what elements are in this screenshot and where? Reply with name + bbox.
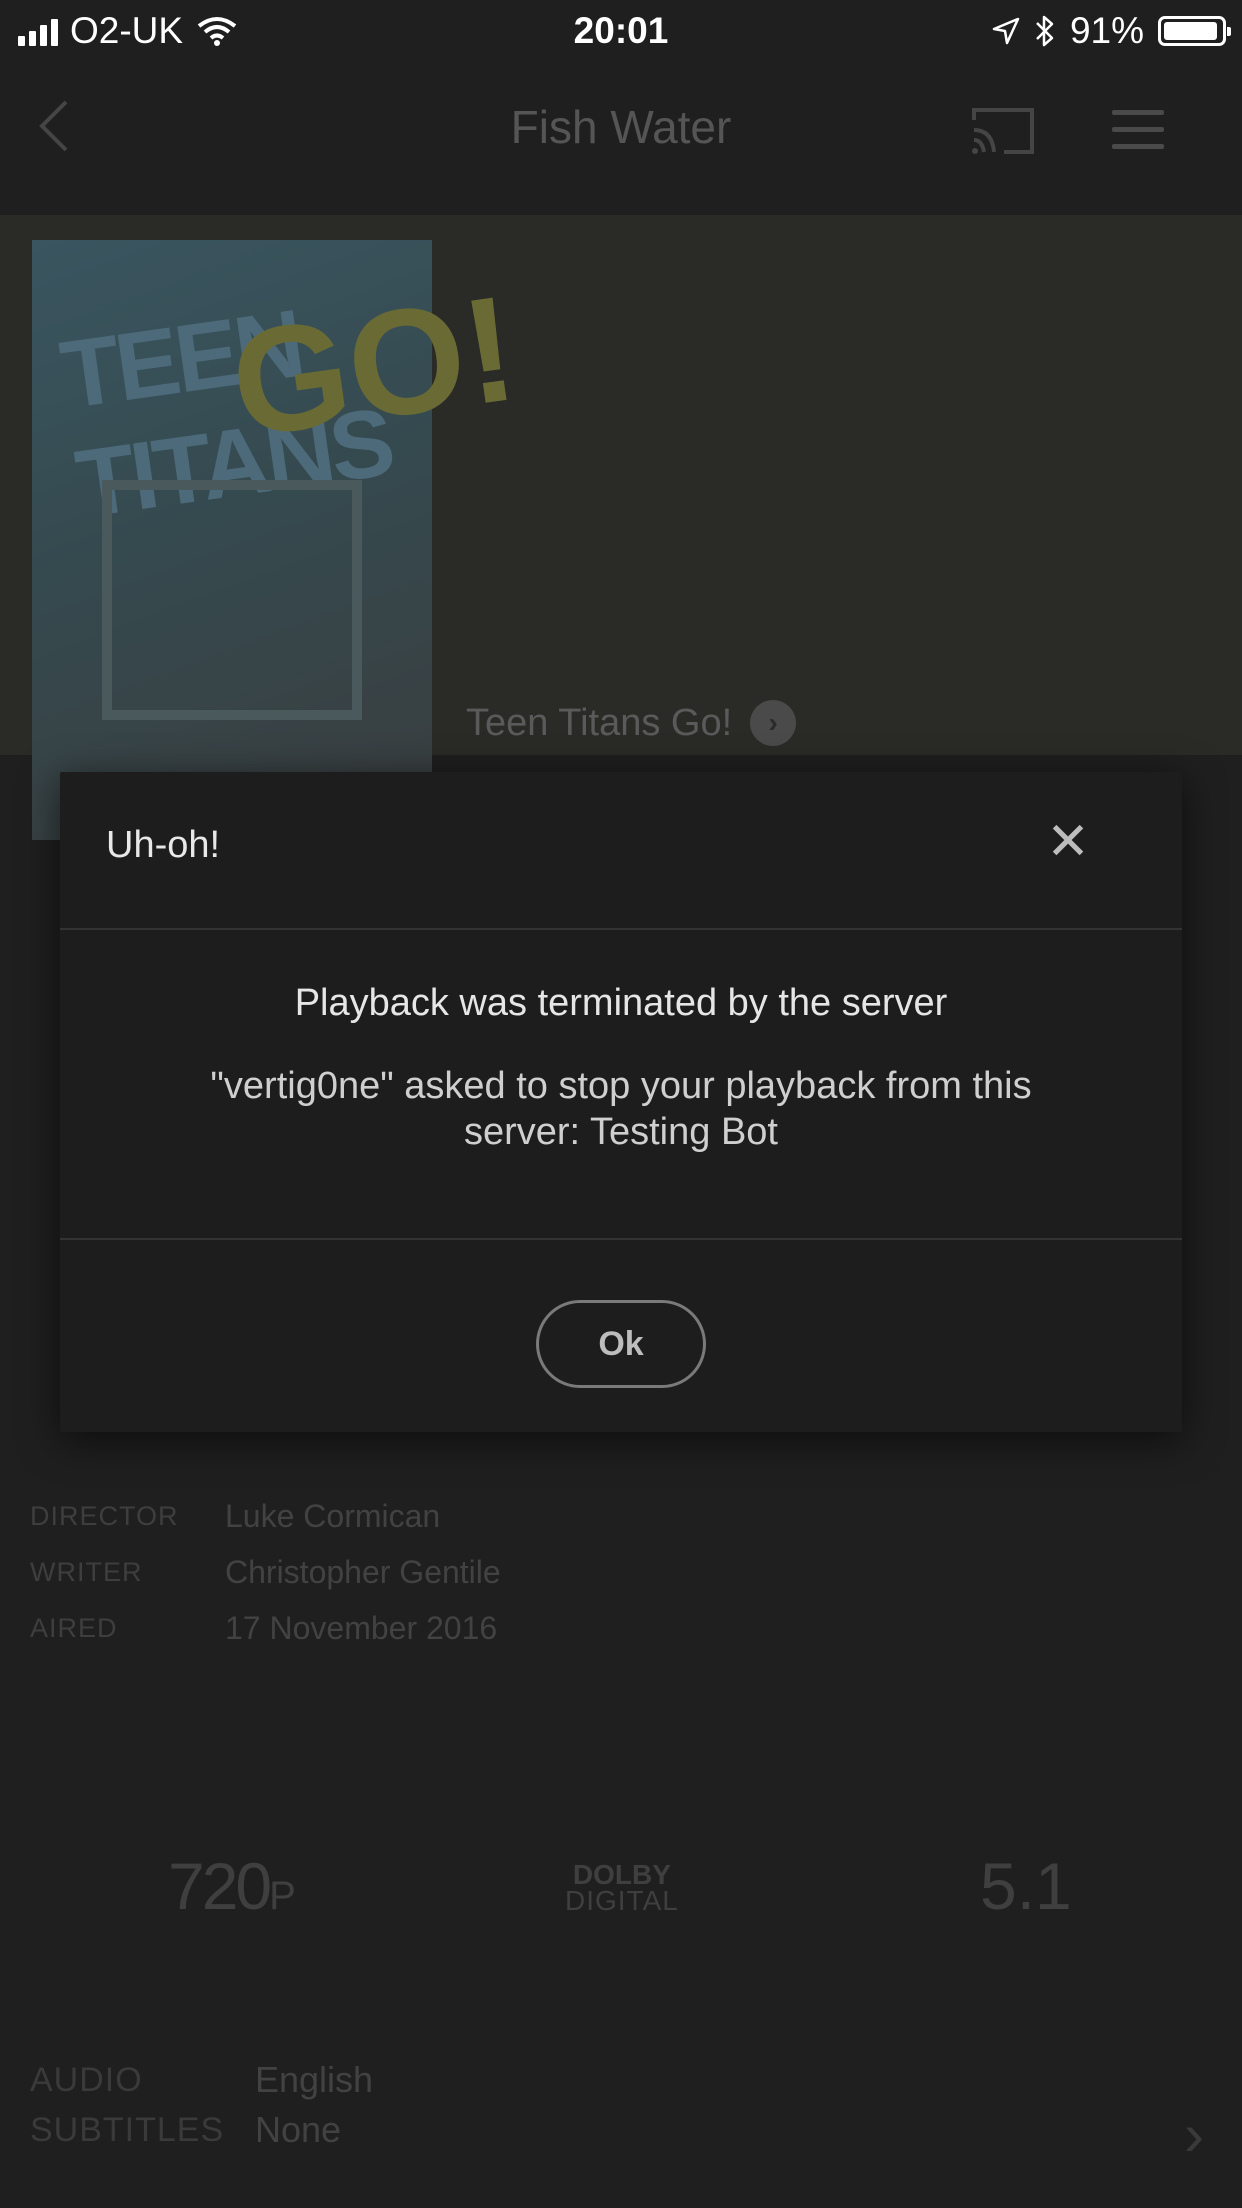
location-icon (992, 17, 1020, 45)
audio-channels-badge: 5.1 (980, 1849, 1072, 1923)
error-dialog: Uh-oh! ✕ Playback was terminated by the … (60, 772, 1182, 1432)
series-link[interactable]: Teen Titans Go! › (466, 700, 797, 746)
dialog-header: Uh-oh! ✕ (60, 772, 1182, 930)
dialog-body: Playback was terminated by the server "v… (60, 930, 1182, 1240)
series-link-label: Teen Titans Go! (466, 701, 733, 744)
nav-bar: Fish Water (0, 60, 1242, 190)
credit-value: 17 November 2016 (225, 1609, 498, 1646)
dialog-message: "vertig0ne" asked to stop your playback … (210, 1065, 1032, 1153)
credit-label: DIRECTOR (30, 1500, 179, 1531)
cast-icon[interactable] (970, 104, 1036, 158)
digital-label: DIGITAL (565, 1885, 679, 1916)
track-label: AUDIO (30, 2060, 143, 2099)
battery-percent: 91% (1069, 10, 1144, 51)
menu-icon[interactable] (1112, 110, 1164, 150)
track-label: SUBTITLES (30, 2110, 225, 2149)
track-value: English (255, 2059, 374, 2100)
credit-value: Christopher Gentile (225, 1553, 501, 1590)
battery-icon (1158, 16, 1231, 46)
dolby-digital-badge: DOLBY DIGITAL (565, 1861, 679, 1916)
bluetooth-icon (1036, 15, 1054, 47)
track-selection[interactable]: AUDIO English SUBTITLES None (30, 2055, 373, 2155)
ok-button[interactable]: Ok (536, 1300, 706, 1388)
credit-row: DIRECTOR Luke Cormican (30, 1488, 501, 1544)
poster-window-art (102, 480, 362, 720)
status-bar-right: 91% (992, 10, 1231, 52)
track-value: None (255, 2109, 342, 2150)
page-title: Fish Water (510, 101, 732, 153)
media-badges: 720P DOLBY DIGITAL 5.1 (0, 1820, 1242, 1940)
status-bar: O2-UK 20:01 91% (0, 0, 1242, 60)
chevron-right-icon: › (750, 700, 797, 746)
dialog-heading: Playback was terminated by the server (294, 982, 948, 1024)
resolution-badge: 720P (168, 1849, 296, 1923)
credit-label: AIRED (30, 1612, 118, 1643)
subtitle-track-row[interactable]: SUBTITLES None (30, 2105, 373, 2155)
chevron-right-icon[interactable]: › (1184, 2100, 1204, 2169)
close-icon[interactable]: ✕ (1044, 816, 1092, 868)
episode-credits: DIRECTOR Luke Cormican WRITER Christophe… (30, 1488, 501, 1656)
audio-track-row[interactable]: AUDIO English (30, 2055, 373, 2105)
dialog-title: Uh-oh! (106, 824, 221, 866)
credit-label: WRITER (30, 1556, 143, 1587)
credit-value: Luke Cormican (225, 1497, 441, 1534)
show-poster: TEEN TITANS GO! (32, 240, 526, 840)
credit-row: AIRED 17 November 2016 (30, 1600, 501, 1656)
credit-row: WRITER Christopher Gentile (30, 1544, 501, 1600)
